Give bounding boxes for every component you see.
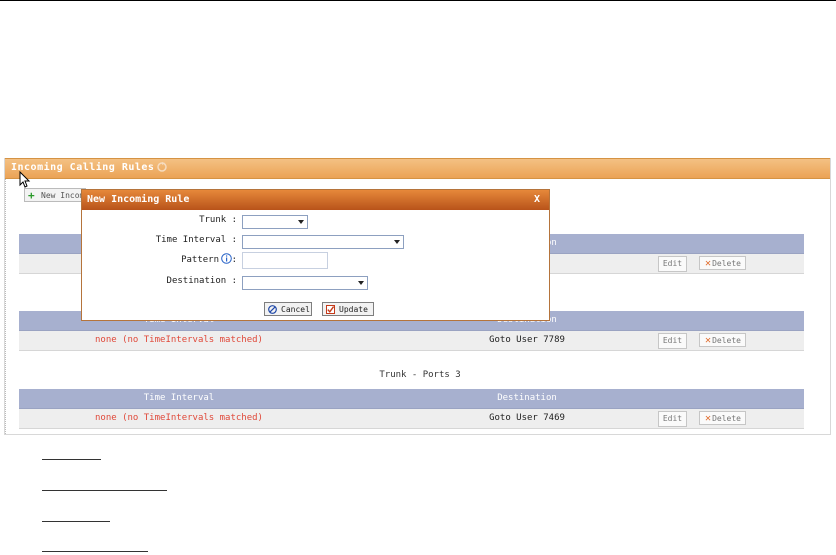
info-icon[interactable] — [221, 253, 232, 264]
time-interval-cell: none (no TimeIntervals matched) — [95, 335, 263, 345]
pattern-label: Pattern — [181, 255, 219, 265]
pattern-colon: : — [231, 255, 237, 265]
table-row: none (no TimeIntervals matched) Goto Use… — [19, 331, 804, 351]
pattern-input[interactable] — [242, 252, 328, 269]
cancel-icon — [268, 305, 277, 314]
trunk-group-label: Trunk - Ports 3 — [379, 370, 461, 380]
new-incoming-rule-dialog: New Incoming Rule X Trunk : Time Interva… — [81, 189, 550, 321]
delete-x-icon: ✕ — [705, 258, 712, 269]
new-incoming-rule-button[interactable]: + New Incoming Rule — [24, 188, 86, 202]
time-interval-header: Time Interval — [143, 393, 215, 403]
cancel-button[interactable]: Cancel — [264, 302, 312, 316]
time-interval-label: Time Interval : — [155, 235, 237, 245]
delete-x-icon: ✕ — [705, 413, 712, 424]
delete-button[interactable]: ✕ Delete — [699, 411, 746, 425]
trunk-select[interactable] — [242, 215, 308, 229]
delete-label: Delete — [712, 336, 741, 345]
delete-x-icon: ✕ — [705, 335, 712, 346]
edit-button[interactable]: Edit — [658, 256, 687, 272]
refresh-icon[interactable] — [156, 161, 168, 173]
update-button[interactable]: Update — [322, 302, 374, 316]
delete-label: Delete — [712, 414, 741, 423]
panel-header: Incoming Calling Rules — [5, 158, 830, 188]
top-border — [0, 0, 836, 1]
plus-icon: + — [28, 189, 35, 202]
time-interval-select[interactable] — [242, 235, 404, 249]
table-row: none (no TimeIntervals matched) Goto Use… — [19, 409, 804, 429]
destination-cell: Goto User 7469 — [489, 413, 565, 423]
update-label: Update — [339, 305, 368, 314]
chevron-down-icon — [298, 220, 304, 224]
edit-button[interactable]: Edit — [658, 411, 687, 427]
dialog-header: New Incoming Rule X — [82, 190, 549, 210]
link-underline-1[interactable] — [42, 459, 101, 460]
new-incoming-rule-label: New Incoming Rule — [41, 191, 85, 200]
rules-table-3: Time Interval Destination none (no TimeI… — [19, 389, 804, 429]
cancel-label: Cancel — [281, 305, 310, 314]
time-interval-cell: none (no TimeIntervals matched) — [95, 413, 263, 423]
destination-select[interactable] — [242, 276, 368, 290]
destination-header: Destination — [497, 393, 557, 403]
mouse-cursor-icon — [19, 171, 31, 188]
checkmark-icon — [326, 305, 335, 314]
link-underline-4[interactable] — [42, 551, 148, 552]
link-underline-2[interactable] — [42, 490, 167, 491]
delete-button[interactable]: ✕ Delete — [699, 333, 746, 347]
delete-button[interactable]: ✕ Delete — [699, 256, 746, 270]
close-icon[interactable]: X — [534, 194, 540, 205]
chevron-down-icon — [358, 281, 364, 285]
destination-cell: Goto User 7789 — [489, 335, 565, 345]
chevron-down-icon — [394, 240, 400, 244]
table-header: Time Interval Destination — [19, 389, 804, 409]
panel-title: Incoming Calling Rules — [11, 162, 155, 173]
dialog-title: New Incoming Rule — [87, 194, 190, 205]
destination-label: Destination : — [166, 276, 237, 286]
trunk-label: Trunk : — [199, 215, 237, 225]
panel-left-border — [5, 158, 8, 434]
link-underline-3[interactable] — [42, 521, 110, 522]
delete-label: Delete — [712, 259, 741, 268]
edit-button[interactable]: Edit — [658, 333, 687, 349]
